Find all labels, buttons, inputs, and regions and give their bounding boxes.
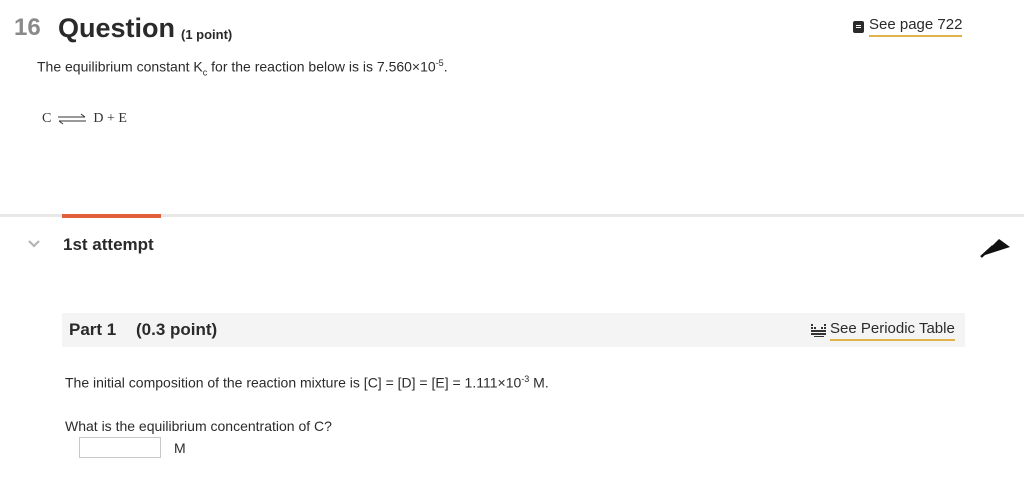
part-points: (0.3 point) (136, 320, 218, 339)
periodic-table-link[interactable]: See Periodic Table (811, 320, 955, 341)
answer-input[interactable] (79, 437, 161, 458)
question-prompt: What is the equilibrium concentration of… (65, 418, 332, 434)
see-page-label[interactable]: See page 722 (869, 16, 963, 37)
unit-label: M (174, 440, 186, 456)
attempt-tab-indicator (62, 214, 161, 218)
products: D + E (93, 111, 127, 126)
part-title: Part 1 (69, 320, 117, 339)
question-title: Question (58, 13, 176, 43)
initial-composition-text: The initial composition of the reaction … (65, 374, 549, 391)
see-page-link[interactable]: See page 722 (853, 16, 963, 37)
equilibrium-arrow-icon (58, 113, 87, 125)
periodic-table-icon (811, 324, 826, 337)
reaction-equation: C D + E (42, 111, 127, 127)
question-points: (1 point) (181, 27, 233, 42)
periodic-table-label[interactable]: See Periodic Table (830, 320, 955, 341)
chevron-down-icon[interactable] (27, 238, 41, 250)
question-number: 16 (14, 14, 41, 41)
reactant: C (42, 111, 52, 126)
book-icon (853, 20, 864, 33)
question-text: The equilibrium constant Kc for the reac… (37, 58, 448, 78)
attempt-label[interactable]: 1st attempt (63, 235, 154, 255)
pointer-cursor-icon (980, 239, 1010, 258)
